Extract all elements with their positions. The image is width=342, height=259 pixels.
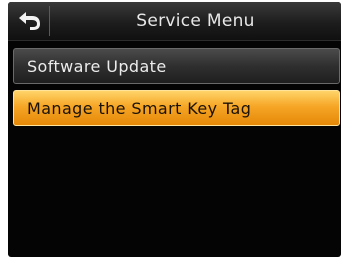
header-bar: Service Menu [8,2,341,41]
page-title: Service Menu [136,11,255,31]
back-arrow-icon [19,12,40,30]
menu-item-manage-smart-key-tag[interactable]: Manage the Smart Key Tag [13,90,340,126]
menu-item-software-update[interactable]: Software Update [13,48,340,84]
back-button[interactable] [12,5,46,35]
service-menu-screen: Service Menu Software Update Manage the … [8,2,341,257]
